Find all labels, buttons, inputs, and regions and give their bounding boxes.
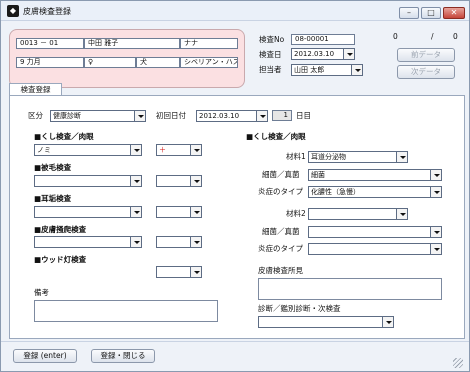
chevron-down-icon	[396, 152, 407, 162]
chevron-down-icon	[130, 207, 141, 217]
owner-name-field[interactable]: 中田 雅子	[84, 38, 180, 49]
chevron-down-icon	[382, 317, 393, 327]
exam-date-label: 検査日	[259, 50, 282, 59]
footer-bar: 登録 (enter) 登録・閉じる	[1, 341, 469, 371]
chevron-down-icon	[430, 244, 441, 254]
breed-field[interactable]: シベリアン・ハスキー	[180, 57, 238, 68]
day-count-field[interactable]: 1	[272, 110, 292, 121]
window-title: 皮膚検査登録	[23, 7, 71, 16]
fungus2-select[interactable]	[308, 226, 442, 238]
type2-label: 炎症のタイプ	[258, 244, 303, 253]
day-unit-label: 日目	[296, 111, 311, 120]
chevron-down-icon	[130, 176, 141, 186]
close-icon[interactable]: ✕	[443, 7, 465, 19]
app-icon: ◆	[7, 5, 19, 17]
exam-no-field[interactable]: 08-00001	[291, 34, 355, 45]
first-date-label: 初回日付	[156, 111, 186, 120]
fungus1-value: 細菌	[311, 171, 325, 179]
kubun-value: 健康診断	[53, 112, 81, 120]
fungus1-label: 細菌／真菌	[262, 170, 300, 179]
chevron-down-icon	[430, 187, 441, 197]
fungus2-label: 細菌／真菌	[262, 227, 300, 236]
diagnosis-label: 診断／鑑別診断・次検査	[258, 304, 341, 313]
chevron-down-icon	[190, 176, 201, 186]
staff-value: 山田 太郎	[294, 66, 325, 74]
species-field[interactable]: 犬	[136, 57, 180, 68]
type1-value: 化膿性（急慢）	[311, 188, 360, 196]
type2-select[interactable]	[308, 243, 442, 255]
record-counter-total: 0	[453, 32, 458, 41]
kushi-left-value: ノミ	[37, 146, 51, 154]
chevron-down-icon	[343, 49, 354, 59]
wood-select[interactable]	[156, 266, 202, 278]
material2-select[interactable]	[308, 208, 408, 220]
register-button[interactable]: 登録 (enter)	[13, 349, 77, 363]
first-date-select[interactable]: 2012.03.10	[196, 110, 268, 122]
chevron-down-icon	[190, 237, 201, 247]
exam-panel: 区分 健康診断 初回日付 2012.03.10 1 日目 ■くし検査／肉眼 ノミ…	[9, 95, 465, 339]
kushi-right-title: ■くし検査／肉眼	[246, 132, 306, 141]
kushi-left-title: ■くし検査／肉眼	[34, 132, 94, 141]
jiko-title: ■耳垢検査	[34, 194, 72, 203]
hifu-select-1[interactable]	[34, 236, 142, 248]
chevron-down-icon	[190, 145, 201, 155]
hikou-select-2[interactable]	[156, 175, 202, 187]
maximize-icon[interactable]: □	[421, 7, 441, 19]
first-date-value: 2012.03.10	[199, 112, 240, 120]
chevron-down-icon	[134, 111, 145, 121]
chevron-down-icon	[430, 227, 441, 237]
kushi-grade-value: ＋	[159, 146, 166, 154]
minimize-icon[interactable]: –	[399, 7, 419, 19]
staff-label: 担当者	[259, 65, 282, 74]
chevron-down-icon	[351, 65, 362, 75]
hikou-title: ■被毛検査	[34, 163, 72, 172]
prev-record-button[interactable]: 前データ	[397, 48, 455, 62]
chevron-down-icon	[190, 267, 201, 277]
material2-label: 材料2	[286, 209, 306, 218]
exam-date-select[interactable]: 2012.03.10	[291, 48, 355, 60]
resize-grip-icon[interactable]	[453, 358, 463, 368]
biko-label: 備考	[34, 288, 49, 297]
material1-label: 材料1	[286, 152, 306, 161]
findings-textarea[interactable]	[258, 278, 442, 300]
exam-no-label: 検査No	[259, 35, 285, 44]
kubun-select[interactable]: 健康診断	[50, 110, 146, 122]
material1-value: 耳道分泌物	[311, 153, 346, 161]
chevron-down-icon	[130, 237, 141, 247]
fungus1-select[interactable]: 細菌	[308, 169, 442, 181]
diagnosis-select[interactable]	[258, 316, 394, 328]
chevron-down-icon	[430, 170, 441, 180]
wood-title: ■ウッド灯検査	[34, 255, 87, 264]
pet-age-field[interactable]: 9 力月	[16, 57, 84, 68]
record-counter-current: 0	[393, 32, 398, 41]
chevron-down-icon	[256, 111, 267, 121]
exam-date-value: 2012.03.10	[294, 50, 335, 58]
kushi-grade-select[interactable]: ＋	[156, 144, 202, 156]
register-close-button[interactable]: 登録・閉じる	[91, 349, 155, 363]
app-window: ◆ 皮膚検査登録 – □ ✕ 0013 － 01 中田 雅子 ナナ 9 力月 ♀…	[0, 0, 470, 372]
next-record-button[interactable]: 次データ	[397, 65, 455, 79]
chevron-down-icon	[396, 209, 407, 219]
jiko-select-2[interactable]	[156, 206, 202, 218]
pet-sex-field[interactable]: ♀	[84, 57, 136, 68]
title-bar: ◆ 皮膚検査登録 – □ ✕	[1, 1, 469, 21]
hifu-title: ■皮膚掻爬検査	[34, 225, 87, 234]
biko-textarea[interactable]	[34, 300, 218, 322]
chevron-down-icon	[190, 207, 201, 217]
findings-label: 皮膚検査所見	[258, 266, 303, 275]
staff-select[interactable]: 山田 太郎	[291, 64, 363, 76]
patient-id-field[interactable]: 0013 － 01	[16, 38, 84, 49]
patient-info-panel: 0013 － 01 中田 雅子 ナナ 9 力月 ♀ 犬 シベリアン・ハスキー	[9, 29, 245, 88]
record-counter-sep: /	[431, 32, 434, 41]
jiko-select-1[interactable]	[34, 206, 142, 218]
hikou-select-1[interactable]	[34, 175, 142, 187]
type1-select[interactable]: 化膿性（急慢）	[308, 186, 442, 198]
chevron-down-icon	[130, 145, 141, 155]
material1-select[interactable]: 耳道分泌物	[308, 151, 408, 163]
kushi-left-select[interactable]: ノミ	[34, 144, 142, 156]
hifu-select-2[interactable]	[156, 236, 202, 248]
kubun-label: 区分	[28, 111, 43, 120]
pet-name-field[interactable]: ナナ	[180, 38, 238, 49]
type1-label: 炎症のタイプ	[258, 187, 303, 196]
